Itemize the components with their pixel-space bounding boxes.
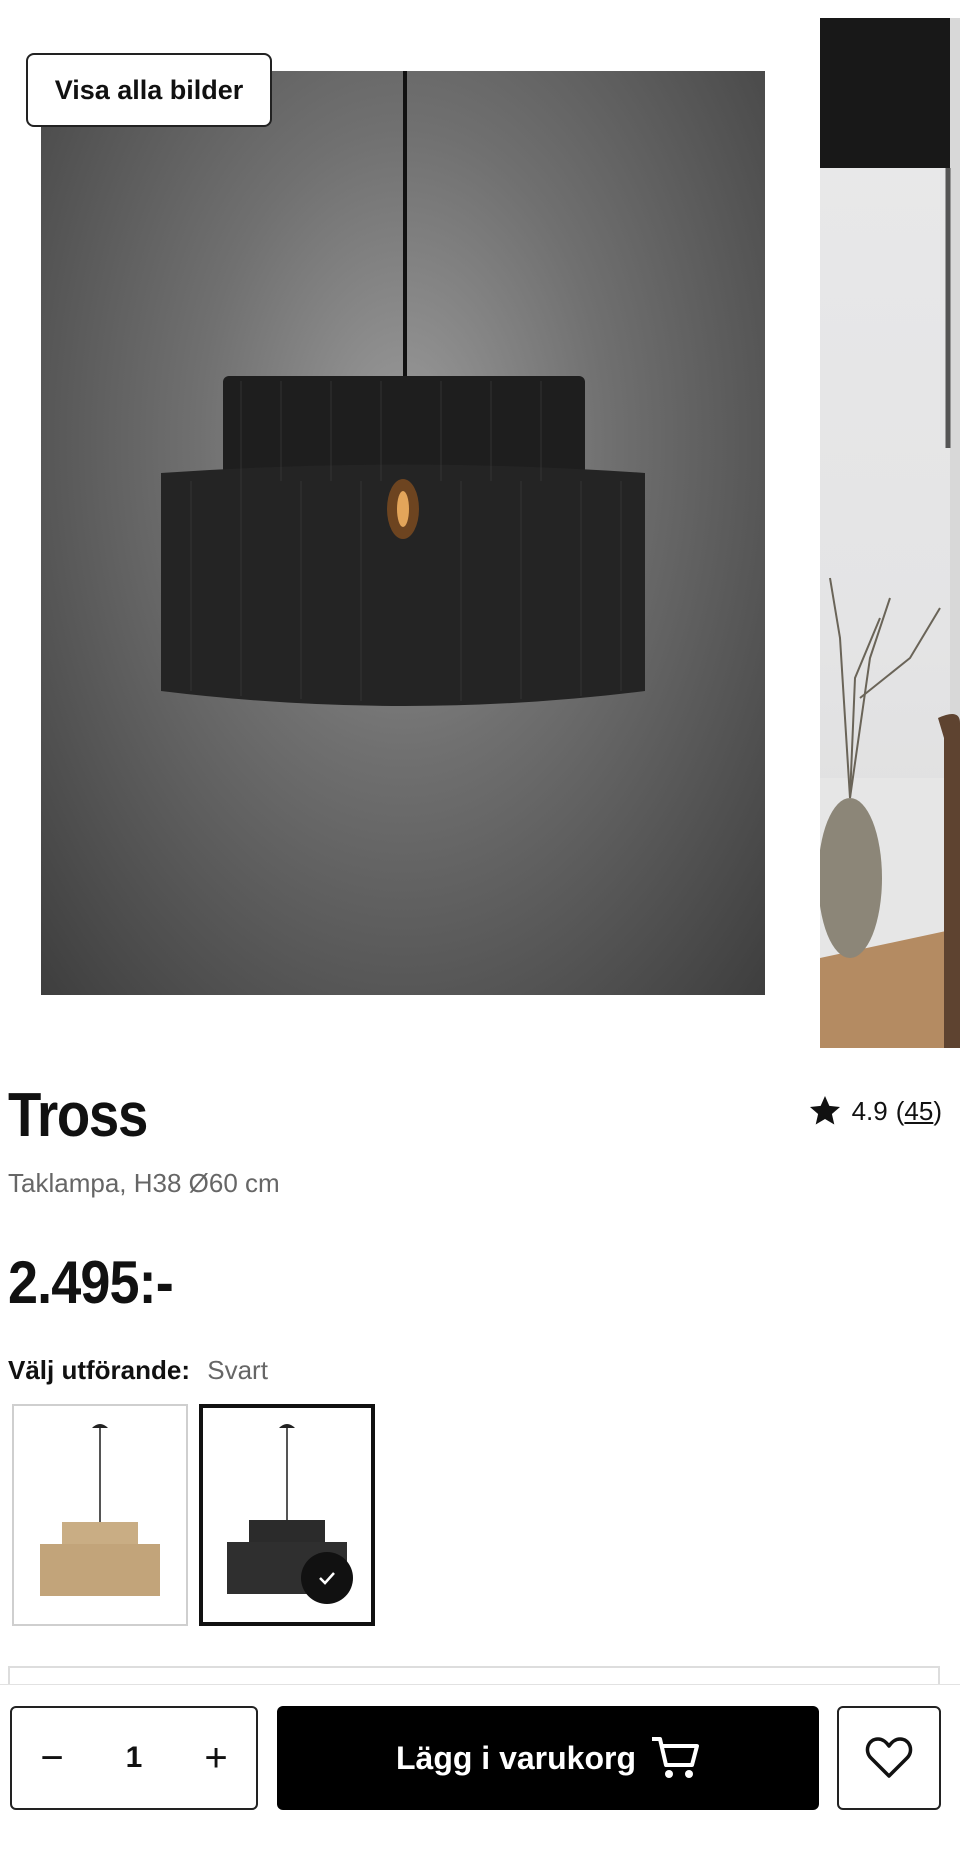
checkmark-icon <box>319 1572 335 1585</box>
room-scene-photo <box>820 18 960 1048</box>
decrease-quantity-button[interactable]: − <box>12 1708 92 1808</box>
add-to-cart-label: Lägg i varukorg <box>395 1739 637 1776</box>
product-price: 2.495:- <box>8 1249 174 1316</box>
product-title: Tross <box>8 1081 148 1150</box>
variant-swatch-natural[interactable] <box>12 1404 188 1626</box>
add-to-cart-button[interactable]: Lägg i varukorg <box>277 1706 819 1810</box>
product-subtitle: Taklampa, H38 Ø60 cm <box>8 1168 280 1198</box>
review-count-link[interactable]: (45) <box>896 1096 942 1127</box>
variant-selected-value: Svart <box>207 1355 268 1385</box>
main-product-image[interactable] <box>41 71 765 995</box>
star-icon <box>809 1096 840 1125</box>
quantity-stepper[interactable]: − 1 + <box>10 1706 258 1810</box>
variant-selector-label: Välj utförande: Svart <box>8 1355 268 1386</box>
next-product-image[interactable] <box>820 18 960 1048</box>
rating-value: 4.9 <box>851 1095 888 1126</box>
cart-icon <box>652 1737 700 1778</box>
pendant-lamp-photo <box>161 71 645 706</box>
show-all-images-button[interactable]: Visa alla bilder <box>26 53 272 127</box>
variant-label: Välj utförande: <box>8 1355 191 1385</box>
selected-check-icon <box>301 1552 353 1604</box>
wishlist-button[interactable] <box>837 1706 941 1810</box>
heart-icon <box>865 1737 913 1778</box>
quantity-value[interactable]: 1 <box>92 1741 176 1775</box>
product-rating[interactable]: 4.9 (45) <box>806 1093 942 1129</box>
variant-swatch-black[interactable] <box>199 1404 375 1626</box>
product-image-gallery[interactable]: Visa alla bilder <box>0 0 960 1050</box>
natural-lamp-thumbnail <box>40 1424 160 1596</box>
increase-quantity-button[interactable]: + <box>176 1708 256 1808</box>
review-count[interactable]: 45 <box>904 1096 933 1126</box>
